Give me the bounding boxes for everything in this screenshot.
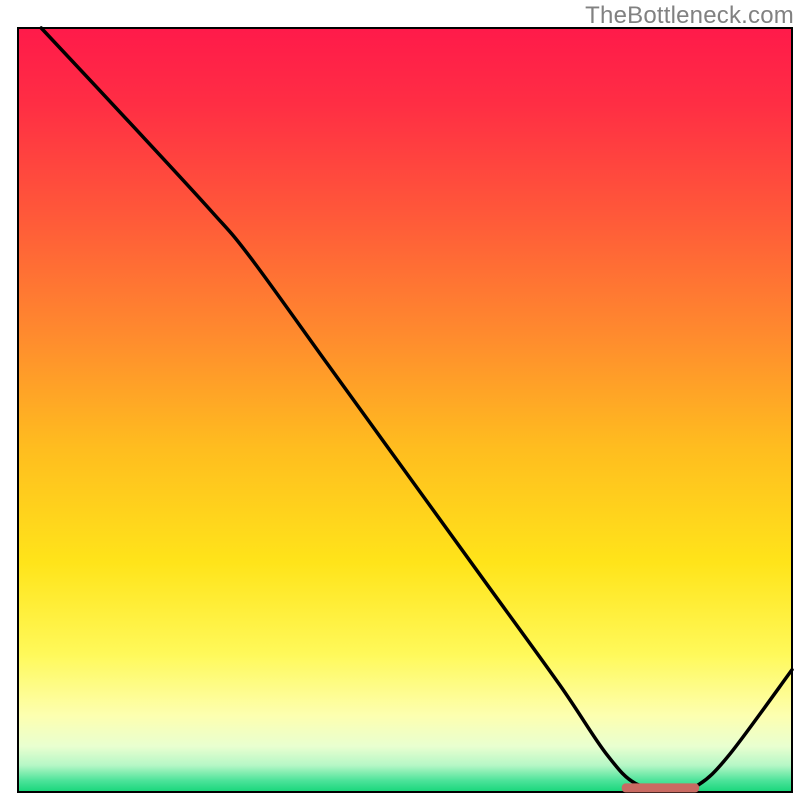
optimal-marker <box>622 783 699 792</box>
bottleneck-chart <box>0 0 800 800</box>
gradient-background <box>18 28 792 792</box>
chart-frame: TheBottleneck.com <box>0 0 800 800</box>
watermark-text: TheBottleneck.com <box>585 2 794 30</box>
